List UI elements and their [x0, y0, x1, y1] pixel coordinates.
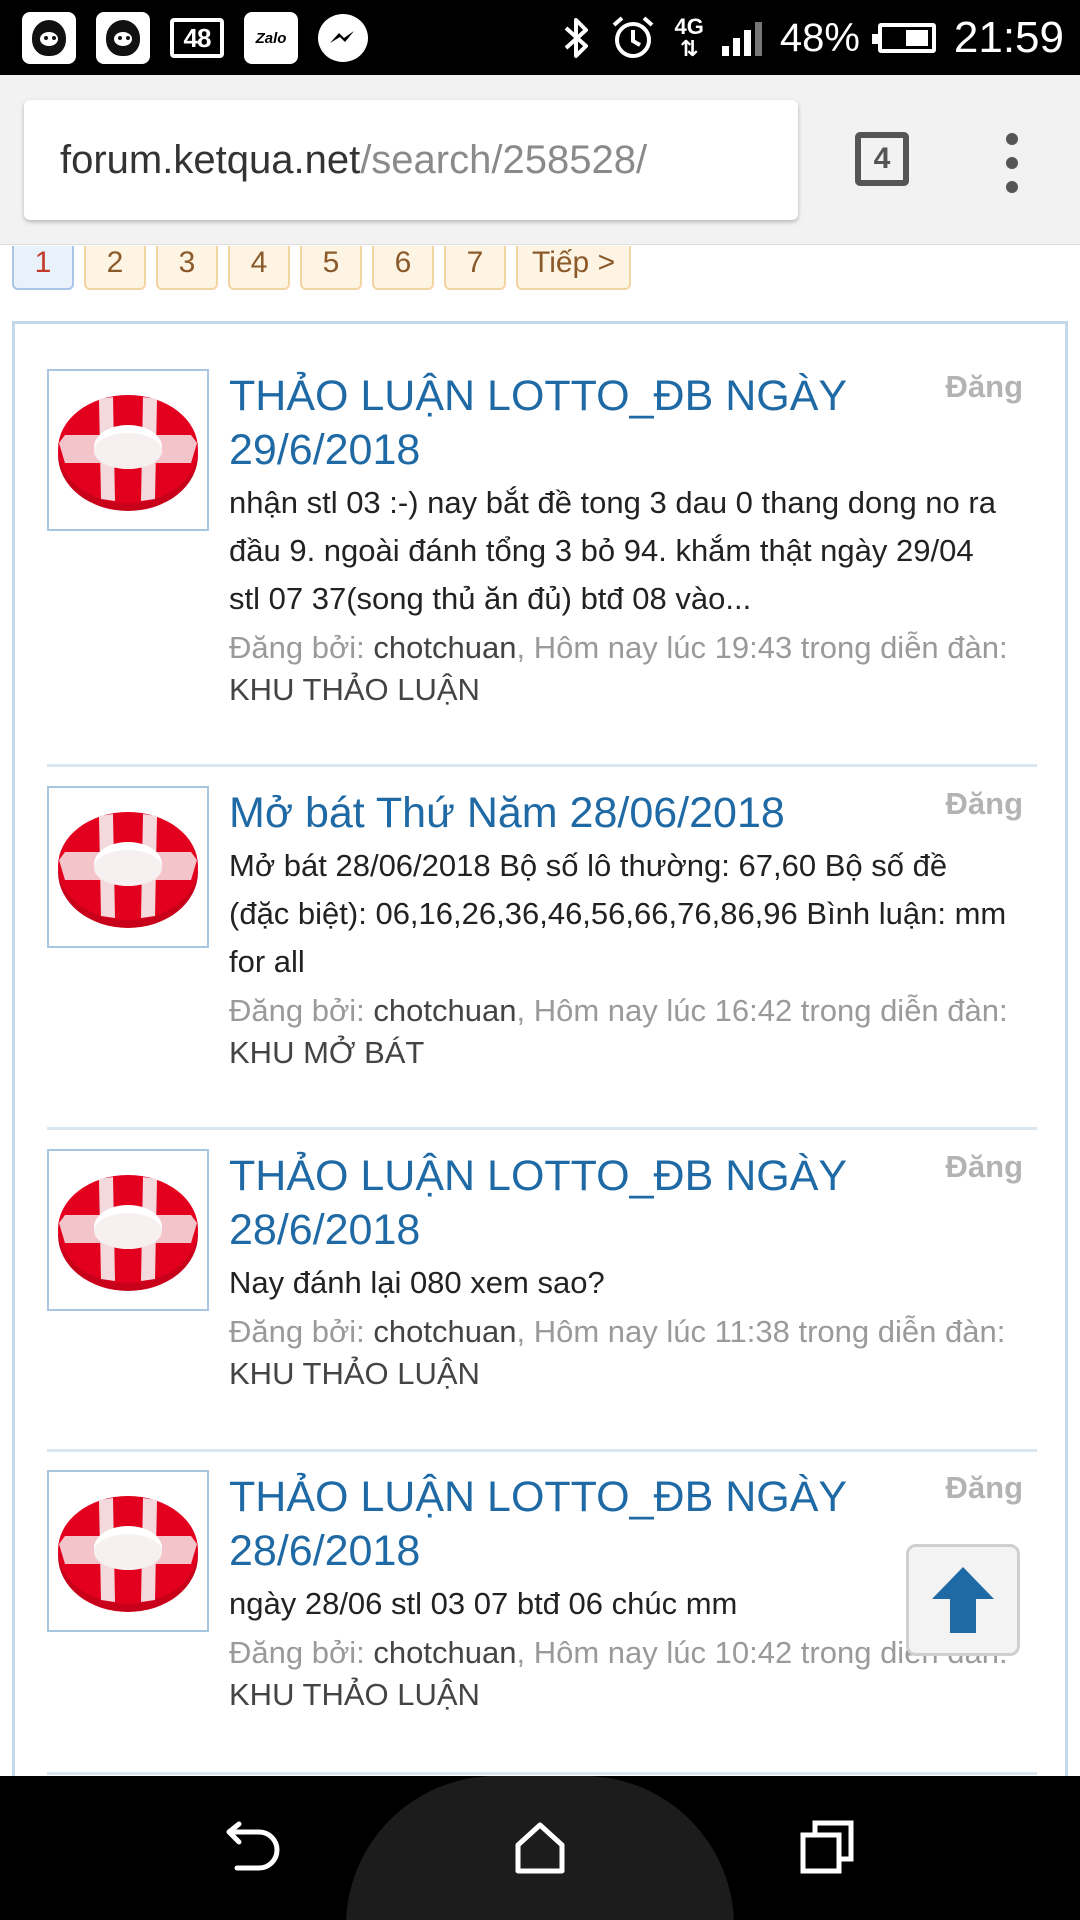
- 4g-icon: 4G ⇅: [674, 14, 704, 61]
- forum-link[interactable]: KHU THẢO LUẬN: [229, 1356, 480, 1391]
- forum-link[interactable]: KHU THẢO LUẬN: [229, 1677, 480, 1712]
- posted-by-label: Đăng bởi:: [229, 993, 365, 1028]
- url-host: forum.ketqua.net: [60, 137, 361, 182]
- result-title-link[interactable]: THẢO LUẬN LOTTO_ĐB NGÀY 28/6/2018: [229, 1149, 849, 1257]
- recents-button[interactable]: [792, 1812, 862, 1882]
- back-to-top-button[interactable]: [906, 1544, 1020, 1656]
- result-body: Mở bát Thứ Năm 28/06/2018 Mở bát 28/06/2…: [229, 786, 1009, 1074]
- app-notification-icon: [22, 12, 76, 64]
- back-icon: [226, 1821, 280, 1871]
- result-body: THẢO LUẬN LOTTO_ĐB NGÀY 28/6/2018 Nay đá…: [229, 1149, 1009, 1395]
- page-link-7[interactable]: 7: [444, 246, 506, 290]
- page-link-4[interactable]: 4: [228, 246, 290, 290]
- page-content: 1 2 3 4 5 6 7 Tiếp > THẢO LUẬN LOTTO_ĐB …: [0, 246, 1080, 1776]
- posted-by-label: Đăng bởi:: [229, 630, 365, 665]
- post-time: , Hôm nay lúc 11:38 trong diễn đàn:: [516, 1314, 1006, 1349]
- avatar[interactable]: [47, 786, 209, 948]
- result-title-link[interactable]: Mở bát Thứ Năm 28/06/2018: [229, 786, 889, 840]
- result-date-label: Đăng: [945, 369, 1024, 404]
- search-result: THẢO LUẬN LOTTO_ĐB NGÀY 28/6/2018 ngày 2…: [47, 1470, 1037, 1730]
- result-meta: Đăng bởi: chotchuan, Hôm nay lúc 16:42 t…: [229, 990, 1009, 1074]
- result-meta: Đăng bởi: chotchuan, Hôm nay lúc 10:42 t…: [229, 1632, 1009, 1716]
- result-date-label: Đăng: [945, 1470, 1024, 1505]
- notification-count-badge: 48: [170, 18, 224, 58]
- tab-switcher-button[interactable]: 4: [855, 132, 909, 186]
- browser-toolbar: forum.ketqua.net/search/258528/ 4: [0, 75, 1080, 245]
- author-link[interactable]: chotchuan: [373, 630, 516, 665]
- page-link-3[interactable]: 3: [156, 246, 218, 290]
- lifebuoy-icon: [58, 1496, 198, 1612]
- lifebuoy-icon: [58, 812, 198, 928]
- result-snippet: ngày 28/06 stl 03 07 btđ 06 chúc mm: [229, 1586, 738, 1621]
- home-button[interactable]: [505, 1812, 575, 1882]
- search-result: THẢO LUẬN LOTTO_ĐB NGÀY 29/6/2018 nhận s…: [47, 369, 1037, 709]
- search-result: THẢO LUẬN LOTTO_ĐB NGÀY 28/6/2018 Nay đá…: [47, 1149, 1037, 1409]
- author-link[interactable]: chotchuan: [373, 993, 516, 1028]
- overflow-menu-icon[interactable]: [1000, 133, 1024, 193]
- battery-icon: [871, 23, 936, 53]
- clock: 21:59: [953, 13, 1064, 62]
- author-link[interactable]: chotchuan: [373, 1635, 516, 1670]
- address-bar[interactable]: forum.ketqua.net/search/258528/: [24, 100, 798, 220]
- result-meta: Đăng bởi: chotchuan, Hôm nay lúc 11:38 t…: [229, 1311, 1009, 1395]
- system-navigation-bar: [0, 1776, 1080, 1920]
- result-title-link[interactable]: THẢO LUẬN LOTTO_ĐB NGÀY 28/6/2018: [229, 1470, 849, 1578]
- post-time: , Hôm nay lúc 16:42 trong diễn đàn:: [516, 993, 1008, 1028]
- url-path: /search/258528/: [360, 137, 648, 182]
- result-meta: Đăng bởi: chotchuan, Hôm nay lúc 19:43 t…: [229, 627, 1009, 711]
- result-divider: [47, 764, 1037, 767]
- back-button[interactable]: [218, 1812, 288, 1882]
- result-divider: [47, 1772, 1037, 1775]
- result-body: THẢO LUẬN LOTTO_ĐB NGÀY 28/6/2018 ngày 2…: [229, 1470, 1009, 1716]
- result-snippet: nhận stl 03 :-) nay bắt đề tong 3 dau 0 …: [229, 485, 996, 616]
- result-divider: [47, 1449, 1037, 1452]
- posted-by-label: Đăng bởi:: [229, 1635, 365, 1670]
- result-snippet: Nay đánh lại 080 xem sao?: [229, 1265, 605, 1300]
- alarm-icon: [613, 16, 654, 58]
- forum-link[interactable]: KHU THẢO LUẬN: [229, 672, 480, 707]
- lifebuoy-icon: [58, 1175, 198, 1291]
- result-snippet: Mở bát 28/06/2018 Bộ số lô thường: 67,60…: [229, 848, 1007, 979]
- notification-icons: 48 Zalo: [22, 12, 368, 64]
- forum-link[interactable]: KHU MỞ BÁT: [229, 1035, 424, 1070]
- arrow-up-icon: [932, 1567, 994, 1633]
- result-date-label: Đăng: [945, 1149, 1024, 1184]
- search-result: Mở bát Thứ Năm 28/06/2018 Mở bát 28/06/2…: [47, 786, 1037, 1086]
- post-time: , Hôm nay lúc 19:43 trong diễn đàn:: [516, 630, 1008, 665]
- result-body: THẢO LUẬN LOTTO_ĐB NGÀY 29/6/2018 nhận s…: [229, 369, 1009, 711]
- lifebuoy-icon: [58, 395, 198, 511]
- app-notification-icon: [96, 12, 150, 64]
- page-link-2[interactable]: 2: [84, 246, 146, 290]
- posted-by-label: Đăng bởi:: [229, 1314, 365, 1349]
- next-page-button[interactable]: Tiếp >: [516, 246, 632, 290]
- avatar[interactable]: [47, 1470, 209, 1632]
- messenger-icon: [318, 14, 368, 62]
- status-bar: 48 Zalo 4G ⇅ 48% 21:59: [0, 0, 1080, 75]
- author-link[interactable]: chotchuan: [373, 1314, 516, 1349]
- page-link-5[interactable]: 5: [300, 246, 362, 290]
- result-divider: [47, 1127, 1037, 1130]
- result-date-label: Đăng: [945, 786, 1024, 821]
- battery-percent: 48%: [779, 15, 860, 60]
- page-link-1[interactable]: 1: [12, 246, 74, 290]
- home-icon: [515, 1822, 565, 1874]
- system-icons: 4G ⇅ 48% 21:59: [562, 8, 1064, 68]
- page-link-6[interactable]: 6: [372, 246, 434, 290]
- zalo-icon: Zalo: [244, 12, 298, 64]
- result-title-link[interactable]: THẢO LUẬN LOTTO_ĐB NGÀY 29/6/2018: [229, 369, 849, 477]
- bluetooth-icon: [565, 18, 589, 58]
- signal-icon: [721, 20, 762, 56]
- pagination: 1 2 3 4 5 6 7 Tiếp >: [12, 246, 632, 290]
- recents-icon: [800, 1820, 854, 1874]
- avatar[interactable]: [47, 369, 209, 531]
- avatar[interactable]: [47, 1149, 209, 1311]
